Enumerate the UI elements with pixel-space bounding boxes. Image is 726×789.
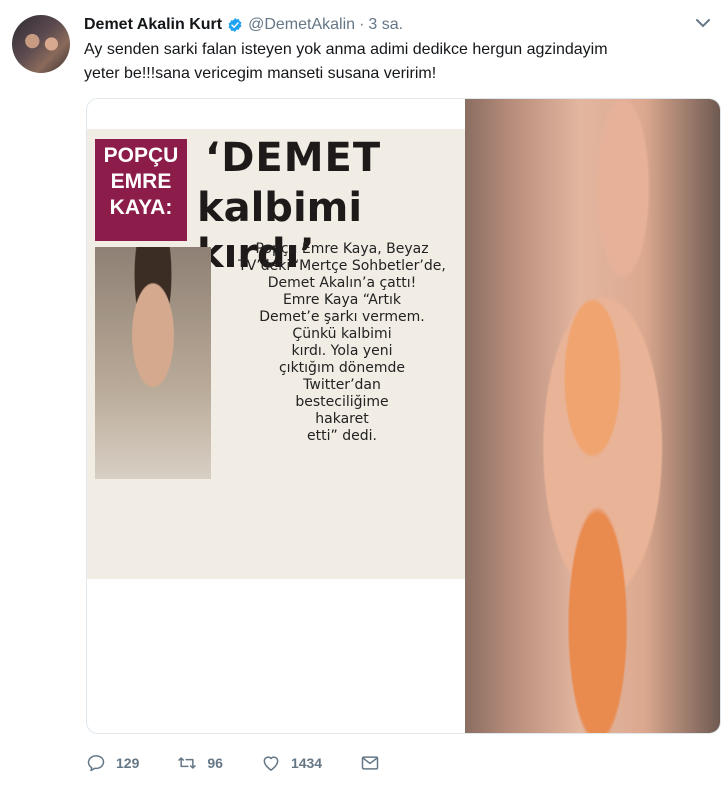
reply-button[interactable]: 129 bbox=[86, 753, 139, 773]
clipping-body-line: Demet Akalın’a çattı! bbox=[267, 275, 417, 291]
author-name[interactable]: Demet Akalin Kurt bbox=[84, 16, 222, 34]
tweet-text-line: Ay senden sarki falan isteyen yok anma a… bbox=[84, 41, 608, 58]
clipping-body-line: kırdı. Yola yeni bbox=[291, 343, 393, 359]
reply-count: 129 bbox=[116, 755, 140, 771]
reply-icon bbox=[87, 755, 105, 772]
retweet-icon bbox=[178, 757, 197, 769]
clipping-body-line: hakaret bbox=[315, 411, 369, 427]
tweet-time[interactable]: 3 sa. bbox=[368, 16, 403, 34]
clipping-body-line: TV’deki ‘Mertçe Sohbetler’de, bbox=[238, 258, 446, 274]
direct-message-button[interactable] bbox=[360, 753, 380, 773]
chevron-down-icon[interactable] bbox=[696, 18, 710, 28]
clipping-body-line: Popçu Emre Kaya, Beyaz bbox=[255, 241, 429, 257]
clipping-body-line: etti” dedi. bbox=[307, 428, 377, 444]
clipping-body-line: Demet’e şarkı vermem. bbox=[259, 309, 425, 325]
clipping-body-line: çıktığım dönemde bbox=[278, 360, 405, 376]
woman-photo bbox=[465, 99, 720, 733]
kicker-line: POPÇU bbox=[103, 144, 179, 167]
author-avatar[interactable] bbox=[12, 15, 70, 73]
clipping-body-line: Çünkü kalbimi bbox=[292, 326, 392, 342]
clipping-headline: ‘DEMET bbox=[205, 135, 382, 181]
tweet-text-line: yeter be!!!sana vericegim manseti susana… bbox=[84, 65, 437, 82]
separator-dot: · bbox=[359, 16, 365, 33]
clipping-kicker: POPÇU EMRE KAYA: bbox=[95, 139, 187, 241]
tweet-actions: 129 96 1434 bbox=[86, 750, 418, 776]
clipping-body: Popçu Emre Kaya, Beyaz TV’deki ‘Mertçe S… bbox=[217, 241, 467, 445]
like-button[interactable]: 1434 bbox=[261, 753, 322, 773]
newspaper-clipping: POPÇU EMRE KAYA: ‘DEMET kalbimi kırdı’ P… bbox=[87, 129, 491, 579]
man-photo bbox=[95, 247, 211, 479]
retweet-count: 96 bbox=[207, 755, 223, 771]
retweet-button[interactable]: 96 bbox=[177, 753, 223, 773]
kicker-line: KAYA: bbox=[109, 196, 173, 219]
clipping-body-line: Emre Kaya “Artık bbox=[282, 292, 402, 308]
clipping-body-line: besteciliğime bbox=[295, 394, 389, 410]
kicker-line: EMRE bbox=[110, 170, 172, 193]
message-icon bbox=[361, 756, 379, 770]
tweet-text: Ay senden sarki falan isteyen yok anma a… bbox=[84, 38, 704, 86]
tweet-header: Demet Akalin Kurt @DemetAkalin · 3 sa. bbox=[84, 14, 403, 36]
verified-badge-icon bbox=[228, 18, 242, 32]
author-handle[interactable]: @DemetAkalin bbox=[248, 16, 355, 34]
clipping-body-line: Twitter’dan bbox=[303, 377, 381, 393]
like-count: 1434 bbox=[290, 755, 323, 771]
like-icon bbox=[263, 756, 279, 771]
tweet-media[interactable]: POPÇU EMRE KAYA: ‘DEMET kalbimi kırdı’ P… bbox=[86, 98, 721, 734]
